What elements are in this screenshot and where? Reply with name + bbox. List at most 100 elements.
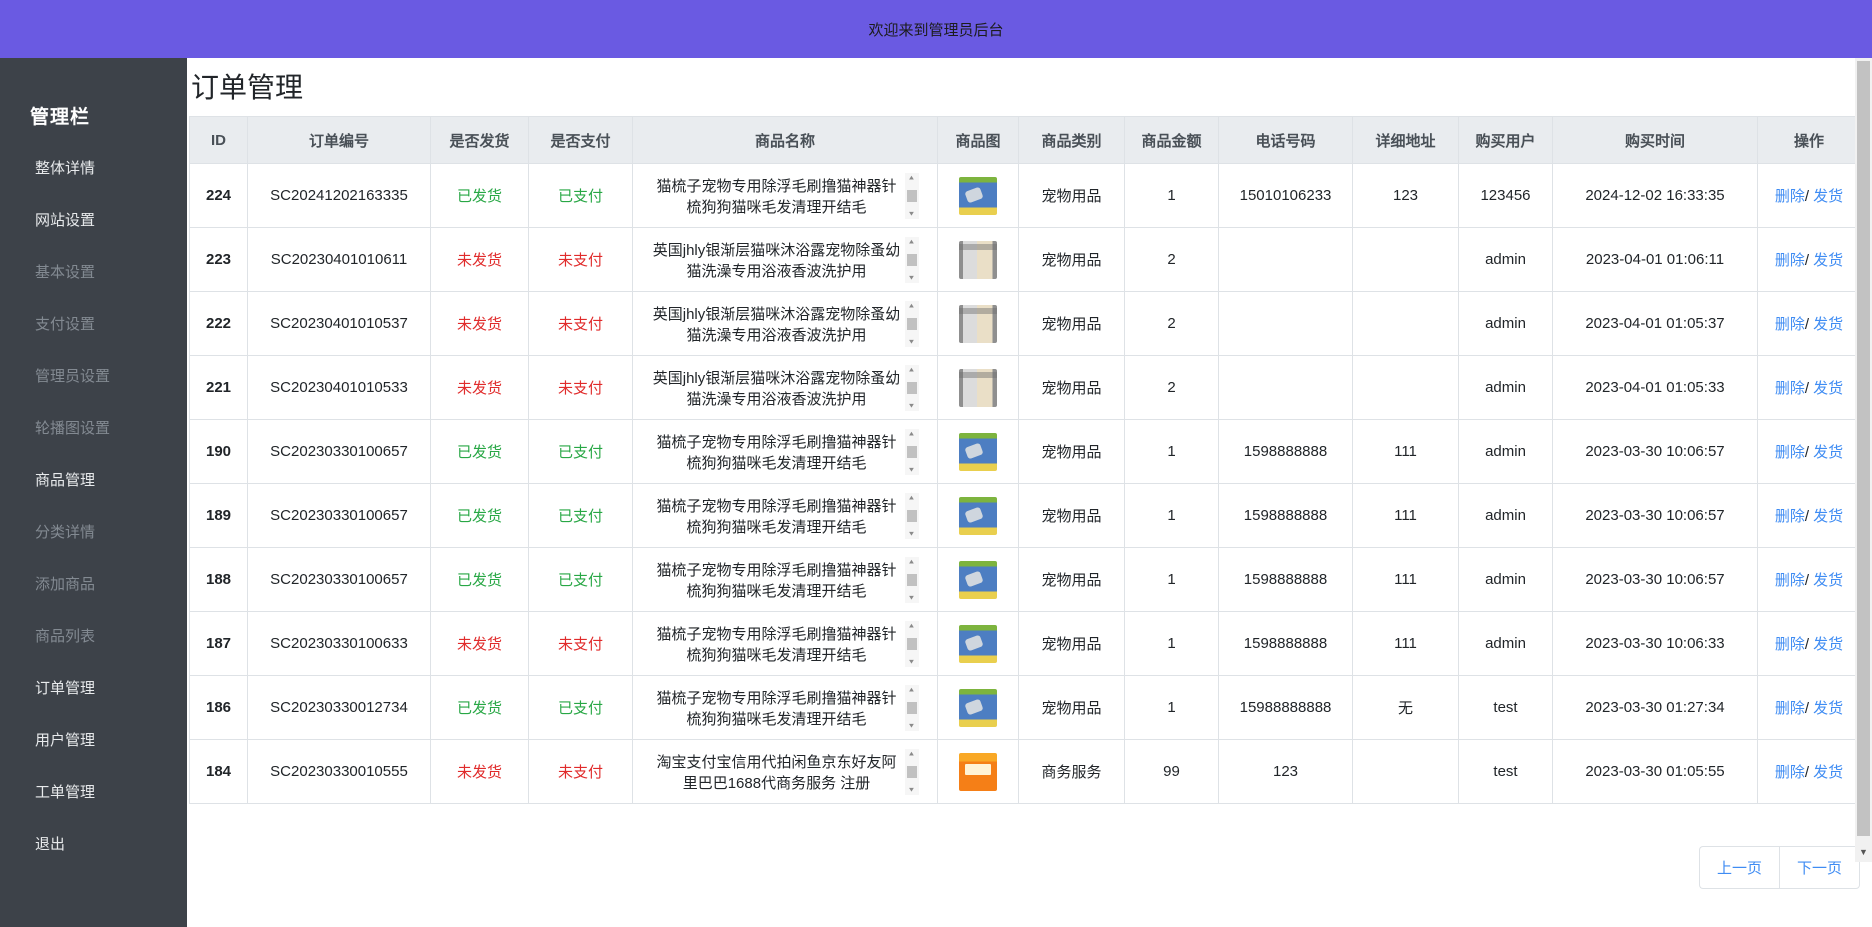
scroll-thumb[interactable] xyxy=(907,638,917,650)
delete-link[interactable]: 删除 xyxy=(1775,700,1805,717)
ship-link[interactable]: 发货 xyxy=(1813,252,1843,269)
sidebar-item-8[interactable]: 分类详情 xyxy=(0,507,187,559)
sidebar-item-1[interactable]: 整体详情 xyxy=(0,143,187,195)
scroll-thumb[interactable] xyxy=(907,702,917,714)
product-name-scrollbar[interactable]: ▲▼ xyxy=(905,493,919,539)
scroll-down-icon[interactable]: ▼ xyxy=(908,786,916,792)
ship-link[interactable]: 发货 xyxy=(1813,764,1843,781)
sidebar-item-14[interactable]: 退出 xyxy=(0,819,187,871)
cell-time: 2024-12-02 16:33:35 xyxy=(1553,164,1758,228)
scroll-down-icon[interactable]: ▼ xyxy=(908,402,916,408)
product-name-scrollbar[interactable]: ▲▼ xyxy=(905,749,919,795)
sidebar-item-3[interactable]: 基本设置 xyxy=(0,247,187,299)
page-scrollbar[interactable]: ▼ xyxy=(1855,58,1872,862)
scroll-up-icon[interactable]: ▲ xyxy=(908,622,916,628)
delete-link[interactable]: 删除 xyxy=(1775,380,1805,397)
scroll-up-icon[interactable]: ▲ xyxy=(908,366,916,372)
cell-address: 111 xyxy=(1353,612,1459,676)
cell-pay-status: 已支付 xyxy=(529,420,633,484)
delete-link[interactable]: 删除 xyxy=(1775,572,1805,589)
column-header: 是否发货 xyxy=(431,117,529,164)
next-page-button[interactable]: 下一页 xyxy=(1779,846,1860,889)
sidebar-item-13[interactable]: 工单管理 xyxy=(0,767,187,819)
delete-link[interactable]: 删除 xyxy=(1775,636,1805,653)
cell-product-image xyxy=(938,228,1019,292)
cell-time: 2023-03-30 01:27:34 xyxy=(1553,676,1758,740)
sidebar-item-11[interactable]: 订单管理 xyxy=(0,663,187,715)
scroll-up-icon[interactable]: ▲ xyxy=(908,430,916,436)
product-name-scrollbar[interactable]: ▲▼ xyxy=(905,173,919,219)
ship-link[interactable]: 发货 xyxy=(1813,636,1843,653)
delete-link[interactable]: 删除 xyxy=(1775,252,1805,269)
cell-time: 2023-04-01 01:06:11 xyxy=(1553,228,1758,292)
ship-link[interactable]: 发货 xyxy=(1813,380,1843,397)
ship-link[interactable]: 发货 xyxy=(1813,188,1843,205)
scroll-up-icon[interactable]: ▲ xyxy=(908,494,916,500)
delete-link[interactable]: 删除 xyxy=(1775,316,1805,333)
scroll-thumb[interactable] xyxy=(907,254,917,266)
scroll-down-icon[interactable]: ▼ xyxy=(908,594,916,600)
scroll-down-icon[interactable]: ▼ xyxy=(908,338,916,344)
scroll-up-icon[interactable]: ▲ xyxy=(908,302,916,308)
orders-table: ID订单编号是否发货是否支付商品名称商品图商品类别商品金额电话号码详细地址购买用… xyxy=(189,116,1861,804)
product-name-scrollbar[interactable]: ▲▼ xyxy=(905,557,919,603)
product-name-box: 猫梳子宠物专用除浮毛刷撸猫神器针梳狗狗猫咪毛发清理开结毛▲▼ xyxy=(637,173,933,219)
scroll-down-icon[interactable]: ▼ xyxy=(908,210,916,216)
scroll-up-icon[interactable]: ▲ xyxy=(908,558,916,564)
ship-link[interactable]: 发货 xyxy=(1813,700,1843,717)
scrollbar-down-icon[interactable]: ▼ xyxy=(1855,842,1872,862)
scroll-down-icon[interactable]: ▼ xyxy=(908,274,916,280)
delete-link[interactable]: 删除 xyxy=(1775,764,1805,781)
scroll-thumb[interactable] xyxy=(907,190,917,202)
scroll-thumb[interactable] xyxy=(907,510,917,522)
sidebar-item-6[interactable]: 轮播图设置 xyxy=(0,403,187,455)
action-separator: / xyxy=(1805,252,1809,269)
ship-link[interactable]: 发货 xyxy=(1813,572,1843,589)
delete-link[interactable]: 删除 xyxy=(1775,188,1805,205)
product-name-scrollbar[interactable]: ▲▼ xyxy=(905,429,919,475)
product-image xyxy=(959,753,997,791)
product-name-scrollbar[interactable]: ▲▼ xyxy=(905,621,919,667)
sidebar-item-4[interactable]: 支付设置 xyxy=(0,299,187,351)
cell-address: 无 xyxy=(1353,676,1459,740)
product-name-scrollbar[interactable]: ▲▼ xyxy=(905,237,919,283)
product-name-text: 猫梳子宠物专用除浮毛刷撸猫神器针梳狗狗猫咪毛发清理开结毛 xyxy=(652,624,902,663)
scroll-thumb[interactable] xyxy=(907,318,917,330)
cell-order-no: SC20230330100657 xyxy=(248,548,431,612)
scroll-down-icon[interactable]: ▼ xyxy=(908,466,916,472)
sidebar-item-5[interactable]: 管理员设置 xyxy=(0,351,187,403)
delete-link[interactable]: 删除 xyxy=(1775,444,1805,461)
scroll-thumb[interactable] xyxy=(907,766,917,778)
scroll-thumb[interactable] xyxy=(907,446,917,458)
cell-amount: 2 xyxy=(1125,356,1219,420)
ship-link[interactable]: 发货 xyxy=(1813,508,1843,525)
sidebar-item-9[interactable]: 添加商品 xyxy=(0,559,187,611)
product-name-scrollbar[interactable]: ▲▼ xyxy=(905,301,919,347)
cell-ship-status: 已发货 xyxy=(431,420,529,484)
cell-id: 221 xyxy=(190,356,248,420)
scroll-down-icon[interactable]: ▼ xyxy=(908,658,916,664)
sidebar-item-7[interactable]: 商品管理 xyxy=(0,455,187,507)
sidebar-item-10[interactable]: 商品列表 xyxy=(0,611,187,663)
scroll-up-icon[interactable]: ▲ xyxy=(908,750,916,756)
scroll-down-icon[interactable]: ▼ xyxy=(908,530,916,536)
scroll-up-icon[interactable]: ▲ xyxy=(908,174,916,180)
ship-link[interactable]: 发货 xyxy=(1813,316,1843,333)
page-scrollbar-thumb[interactable] xyxy=(1857,61,1870,836)
cell-phone xyxy=(1219,228,1353,292)
product-name-scrollbar[interactable]: ▲▼ xyxy=(905,685,919,731)
sidebar-item-12[interactable]: 用户管理 xyxy=(0,715,187,767)
product-name-scrollbar[interactable]: ▲▼ xyxy=(905,365,919,411)
ship-link[interactable]: 发货 xyxy=(1813,444,1843,461)
scroll-thumb[interactable] xyxy=(907,574,917,586)
scroll-up-icon[interactable]: ▲ xyxy=(908,238,916,244)
cell-phone xyxy=(1219,356,1353,420)
scroll-up-icon[interactable]: ▲ xyxy=(908,686,916,692)
scroll-thumb[interactable] xyxy=(907,382,917,394)
delete-link[interactable]: 删除 xyxy=(1775,508,1805,525)
sidebar-item-2[interactable]: 网站设置 xyxy=(0,195,187,247)
scroll-down-icon[interactable]: ▼ xyxy=(908,722,916,728)
cell-time: 2023-03-30 10:06:57 xyxy=(1553,484,1758,548)
prev-page-button[interactable]: 上一页 xyxy=(1699,846,1779,889)
column-header: 操作 xyxy=(1758,117,1861,164)
